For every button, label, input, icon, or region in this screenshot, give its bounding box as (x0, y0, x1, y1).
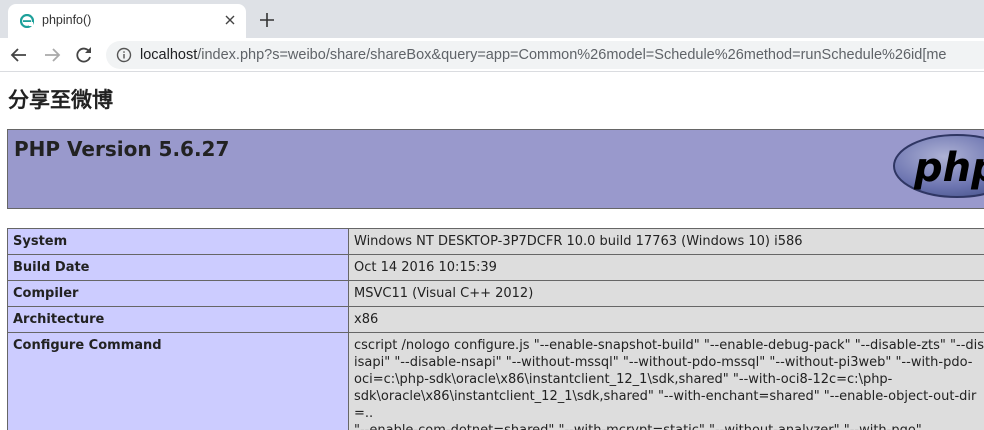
browser-toolbar: localhost/index.php?s=weibo/share/shareB… (0, 38, 984, 72)
url-path: /index.php?s=weibo/share/shareBox&query=… (197, 47, 947, 63)
new-tab-icon[interactable] (256, 9, 278, 31)
tab-title: phpinfo() (42, 13, 92, 27)
php-version-header: PHP Version 5.6.27 php (7, 129, 984, 209)
info-value: Windows NT DESKTOP-3P7DCFR 10.0 build 17… (348, 228, 984, 255)
info-key: Configure Command (7, 332, 349, 430)
info-value: x86 (348, 306, 984, 333)
php-logo-text: php (913, 145, 984, 191)
info-value: cscript /nologo configure.js "--enable-s… (348, 332, 984, 430)
url-text[interactable]: localhost/index.php?s=weibo/share/shareB… (140, 47, 947, 64)
php-info-table: System Windows NT DESKTOP-3P7DCFR 10.0 bu… (7, 228, 984, 430)
table-row: Configure Command cscript /nologo configu… (7, 332, 984, 430)
info-key: Compiler (7, 280, 349, 307)
info-key: Build Date (7, 254, 349, 281)
tab-phpinfo[interactable]: phpinfo() (8, 4, 246, 38)
table-row: Compiler MSVC11 (Visual C++ 2012) (7, 280, 984, 307)
php-version-title: PHP Version 5.6.27 (14, 137, 230, 161)
info-key: System (7, 228, 349, 255)
info-value: Oct 14 2016 10:15:39 (348, 254, 984, 281)
table-row: Architecture x86 (7, 306, 984, 333)
reload-icon[interactable] (73, 44, 95, 66)
table-row: Build Date Oct 14 2016 10:15:39 (7, 254, 984, 281)
forward-arrow-icon[interactable] (41, 44, 63, 66)
info-icon[interactable] (116, 47, 132, 63)
edge-icon (20, 14, 34, 28)
info-key: Architecture (7, 306, 349, 333)
tab-strip: phpinfo() (0, 0, 984, 38)
close-icon[interactable] (222, 12, 238, 28)
php-logo[interactable]: php (892, 133, 984, 199)
back-arrow-icon[interactable] (8, 44, 30, 66)
url-host: localhost (140, 47, 198, 63)
page-title: 分享至微博 (8, 88, 113, 112)
address-bar[interactable]: localhost/index.php?s=weibo/share/shareB… (106, 41, 984, 69)
info-value: MSVC11 (Visual C++ 2012) (348, 280, 984, 307)
table-row: System Windows NT DESKTOP-3P7DCFR 10.0 bu… (7, 228, 984, 255)
